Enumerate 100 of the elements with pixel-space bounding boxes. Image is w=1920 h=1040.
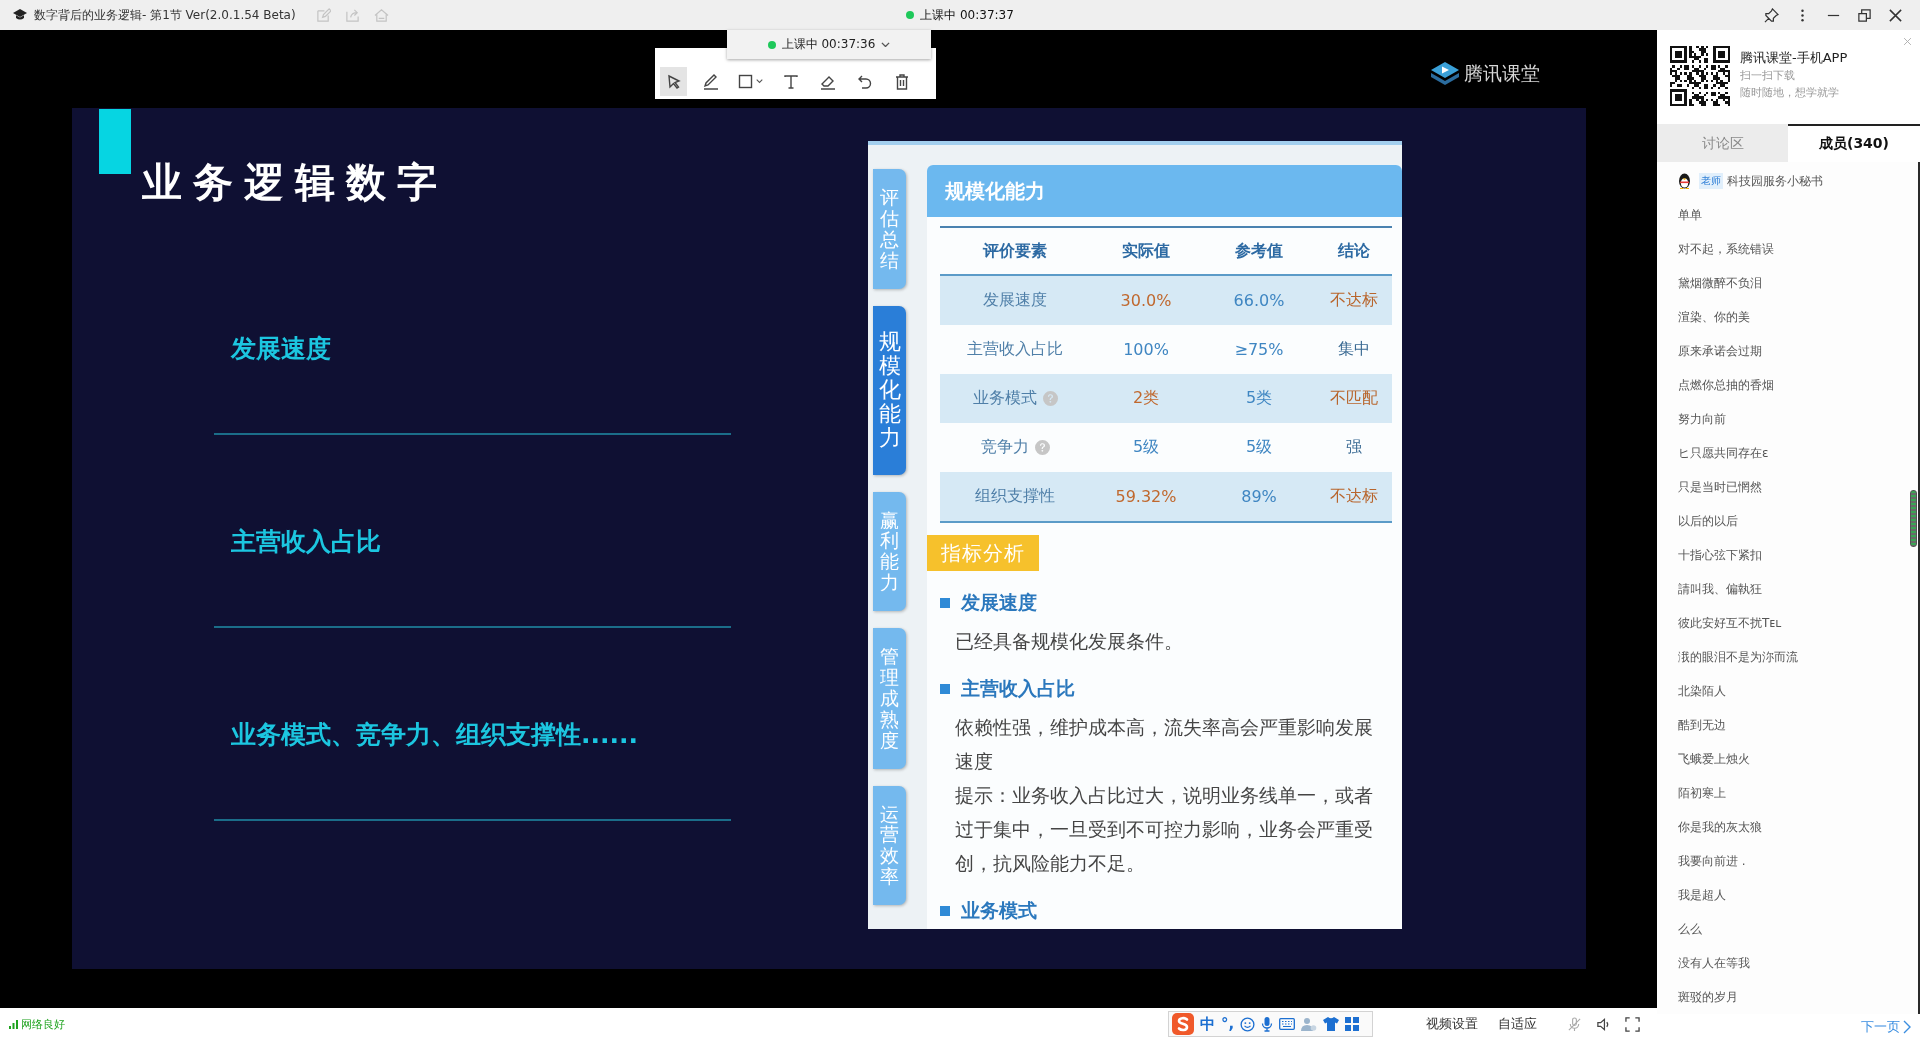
- section-heading: 发展速度: [961, 590, 1037, 615]
- member-name[interactable]: 涐的眼泪不是为沵而流: [1678, 648, 1798, 666]
- section-tag: 指标分析: [927, 535, 1039, 571]
- member-name[interactable]: 我是超人: [1678, 886, 1726, 904]
- qr-code-icon: [1670, 46, 1730, 106]
- promo-title: 腾讯课堂-手机APP: [1740, 49, 1848, 67]
- member-name[interactable]: 原来承诺会过期: [1678, 342, 1762, 360]
- shirt-icon[interactable]: [1323, 1017, 1340, 1031]
- network-status: 网络良好: [21, 1016, 65, 1032]
- scrollbar-thumb[interactable]: [1910, 490, 1917, 547]
- table-cell: 业务模式: [972, 388, 1037, 409]
- square-bullet-icon: [940, 906, 950, 916]
- square-bullet-icon: [940, 684, 950, 694]
- table-cell: 2类: [1132, 388, 1160, 409]
- table-cell: 59.32%: [1115, 487, 1177, 506]
- slide-point: 发展速度: [231, 332, 331, 365]
- column-header: 实际值: [1122, 240, 1170, 262]
- table-cell: 89%: [1241, 487, 1277, 506]
- input-method-logo-icon[interactable]: [1172, 1013, 1194, 1035]
- card-title: 规模化能力: [927, 165, 1402, 217]
- slide-point: 主营收入占比: [231, 525, 381, 558]
- table-cell: 5级: [1245, 437, 1273, 458]
- caret-icon: [756, 79, 763, 84]
- table-cell: 集中: [1338, 339, 1370, 360]
- pin-icon[interactable]: [1764, 7, 1779, 23]
- table-cell: 100%: [1123, 340, 1169, 359]
- microphone-icon[interactable]: [1261, 1016, 1274, 1032]
- chevron-right-icon: [1903, 1020, 1911, 1034]
- cursor-icon: [665, 73, 682, 90]
- next-page-link[interactable]: 下一页: [1861, 1018, 1911, 1036]
- penguin-avatar-icon: [1678, 173, 1691, 189]
- square-bullet-icon: [940, 598, 950, 608]
- member-name[interactable]: 斑驳的岁月: [1678, 988, 1738, 1006]
- status-dot-icon: [767, 40, 776, 49]
- promo-text: 扫一扫下载: [1740, 68, 1796, 84]
- member-name[interactable]: 十指心弦下紧扣: [1678, 546, 1762, 564]
- member-name[interactable]: 請叫我、偏執狂: [1678, 580, 1762, 598]
- input-mode[interactable]: 中: [1200, 1014, 1215, 1034]
- member-name[interactable]: 酷到无边: [1678, 716, 1726, 734]
- pointer-tool-button[interactable]: [660, 67, 687, 96]
- member-name[interactable]: 黛烟微醉不负泪: [1678, 274, 1762, 292]
- table-cell: 66.0%: [1233, 291, 1285, 310]
- table-cell: 不匹配: [1330, 388, 1378, 409]
- member-name[interactable]: 你是我的灰太狼: [1678, 818, 1762, 836]
- table-cell: 5级: [1132, 437, 1160, 458]
- table-cell: 组织支撑性: [975, 486, 1055, 507]
- promo-text: 随时随地，想学就学: [1740, 85, 1840, 101]
- pencil-icon: [701, 72, 720, 91]
- text-tool-icon: [782, 73, 799, 90]
- window-title: 数字背后的业务逻辑- 第1节 Ver(2.0.1.54 Beta): [34, 6, 296, 24]
- table-cell: 发展速度: [983, 290, 1047, 311]
- member-name[interactable]: 科技园服务小秘书: [1727, 172, 1823, 190]
- logo-text: 腾讯课堂: [1464, 61, 1540, 86]
- smiley-icon[interactable]: [1240, 1016, 1256, 1032]
- caret-icon: [881, 41, 891, 48]
- graduation-cap-icon: [13, 9, 27, 21]
- fullscreen-icon[interactable]: [1625, 1016, 1640, 1032]
- member-name[interactable]: 渲染、你的美: [1678, 308, 1750, 326]
- member-name[interactable]: 飞蛾爱上烛火: [1678, 750, 1750, 768]
- member-name[interactable]: 没有人在等我: [1678, 954, 1750, 972]
- member-name[interactable]: 单单: [1678, 206, 1702, 224]
- table-cell: 不达标: [1330, 290, 1378, 311]
- table-cell: 不达标: [1330, 486, 1378, 507]
- column-header: 参考值: [1235, 240, 1283, 262]
- member-name[interactable]: 么么: [1678, 920, 1702, 938]
- column-header: 结论: [1338, 240, 1370, 262]
- status-dot-icon: [906, 11, 915, 19]
- speaker-icon[interactable]: [1596, 1016, 1611, 1032]
- member-name[interactable]: ヒ只愿共同存在ε: [1678, 444, 1769, 462]
- member-name[interactable]: 彼此安好互不扰Tᴇʟ: [1678, 614, 1782, 632]
- side-tab[interactable]: 规模化能力: [873, 305, 906, 475]
- member-name[interactable]: 努力向前: [1678, 410, 1726, 428]
- logo-icon: [1431, 62, 1459, 86]
- member-name[interactable]: 只是当时已惘然: [1678, 478, 1762, 496]
- class-timer-button[interactable]: 上课中 00:37:36: [727, 30, 931, 59]
- rectangle-icon: [738, 74, 753, 89]
- member-name[interactable]: 对不起，系统错误: [1678, 240, 1774, 258]
- member-name[interactable]: 我要向前进 .: [1678, 852, 1746, 870]
- member-name[interactable]: 以后的以后: [1678, 512, 1738, 530]
- paragraph: 已经具备规模化发展条件。: [955, 629, 1184, 654]
- slide-point: 业务模式、竞争力、组织支撑性......: [231, 718, 638, 751]
- signal-icon: [9, 1019, 18, 1029]
- column-header: 评价要素: [983, 240, 1047, 262]
- table-cell: 30.0%: [1120, 291, 1172, 310]
- trash-icon: [893, 73, 910, 90]
- member-name[interactable]: 北染陌人: [1678, 682, 1726, 700]
- member-name[interactable]: 陌初寒上: [1678, 784, 1726, 802]
- table-cell: 5类: [1245, 388, 1273, 409]
- table-cell: ≥75%: [1234, 340, 1284, 359]
- role-badge: 老师: [1699, 173, 1723, 189]
- keyboard-icon[interactable]: [1279, 1018, 1296, 1030]
- class-status: 上课中 00:37:37: [920, 6, 1014, 24]
- section-heading: 业务模式: [961, 898, 1037, 923]
- grid-icon[interactable]: [1345, 1017, 1360, 1031]
- toolbar-button[interactable]: 视频设置: [1426, 1015, 1478, 1033]
- toolbar-button[interactable]: 自适应: [1498, 1015, 1537, 1033]
- punctuation-mode[interactable]: °,: [1221, 1015, 1235, 1033]
- member-name[interactable]: 点燃你总抽的香烟: [1678, 376, 1774, 394]
- restore-icon[interactable]: [1857, 7, 1872, 23]
- close-icon[interactable]: [1888, 7, 1903, 23]
